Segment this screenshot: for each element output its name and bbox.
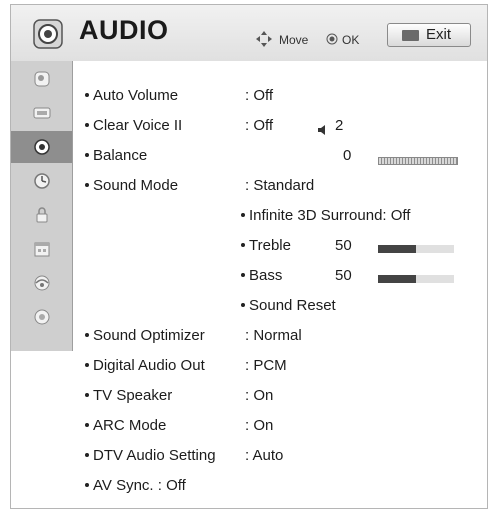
bullet <box>85 123 89 128</box>
lock-icon <box>36 207 47 223</box>
setting-sound-reset[interactable]: Sound Reset <box>241 295 336 317</box>
setting-label: Treble <box>249 237 291 254</box>
bullet <box>85 483 89 488</box>
bullet <box>85 93 89 98</box>
bullet <box>85 333 89 338</box>
hint-move: Move <box>279 33 309 47</box>
clear-voice-level: 2 <box>335 117 344 134</box>
setting-label: DTV Audio Setting <box>93 447 216 464</box>
balance-slider[interactable] <box>378 157 458 165</box>
bullet <box>241 243 245 248</box>
settings-list: Auto Volume : Off Clear Voice II : Off 2… <box>73 61 487 508</box>
bass-slider-fill <box>378 275 416 283</box>
bullet <box>85 183 89 188</box>
setting-balance[interactable]: Balance <box>85 145 147 167</box>
setting-sound-mode[interactable]: Sound Mode <box>85 175 178 197</box>
setting-label: Sound Optimizer <box>93 327 205 344</box>
sidebar-item-network[interactable] <box>11 267 72 299</box>
audio-menu-window: AUDIO Move OK Exit Auto Volume: Off Cle… <box>10 4 488 509</box>
setting-treble[interactable]: Treble <box>241 235 291 257</box>
page-title: AUDIO <box>79 15 169 45</box>
audio-icon <box>33 139 50 155</box>
sidebar-item-picture[interactable] <box>11 63 72 95</box>
move-arrows-icon <box>256 31 272 47</box>
exit-key-icon <box>402 30 419 41</box>
treble-slider-fill <box>378 245 416 253</box>
setting-value: : Off <box>245 117 274 134</box>
setting-sound-optimizer[interactable]: Sound Optimizer <box>85 325 205 347</box>
bullet <box>85 423 89 428</box>
clock-icon <box>33 173 50 189</box>
bass-value: 50 <box>335 267 352 284</box>
category-sidebar <box>11 61 73 351</box>
hint-ok: OK <box>342 33 360 47</box>
setting-arc-mode[interactable]: ARC Mode <box>85 415 166 437</box>
setting-label: Bass <box>249 267 283 284</box>
exit-button[interactable]: Exit <box>387 23 471 47</box>
sidebar-item-support[interactable] <box>11 301 72 333</box>
sidebar-item-lock[interactable] <box>11 199 72 231</box>
setting-value: : Standard <box>245 177 315 194</box>
setting-label: ARC Mode <box>93 417 167 434</box>
bass-slider[interactable] <box>378 275 454 283</box>
setting-label: TV Speaker <box>93 387 173 404</box>
setting-label: Auto Volume <box>93 87 179 104</box>
setting-label: Sound Mode <box>93 177 179 194</box>
balance-value: 0 <box>343 147 352 164</box>
setting-digital-audio-out[interactable]: Digital Audio Out <box>85 355 205 377</box>
setting-dtv-audio[interactable]: DTV Audio Setting <box>85 445 216 467</box>
bullet <box>241 303 245 308</box>
setting-label: Clear Voice II <box>93 117 183 134</box>
setting-infinite-surround[interactable]: Infinite 3D Surround: Off <box>241 205 410 227</box>
setting-value: : On <box>245 387 274 404</box>
sidebar-item-audio[interactable] <box>11 131 72 163</box>
sidebar-item-option[interactable] <box>11 233 72 265</box>
bullet <box>85 363 89 368</box>
treble-value: 50 <box>335 237 352 254</box>
bullet <box>85 153 89 158</box>
menu-header: AUDIO Move OK Exit <box>11 5 487 62</box>
setting-clear-voice[interactable]: Clear Voice II <box>85 115 182 137</box>
sidebar-item-screen[interactable] <box>11 97 72 129</box>
calendar-icon <box>34 242 49 257</box>
treble-slider[interactable] <box>378 245 454 253</box>
setting-value: : Auto <box>245 447 284 464</box>
setting-auto-volume[interactable]: Auto Volume <box>85 85 178 107</box>
setting-label: Balance <box>93 147 148 164</box>
setting-av-sync[interactable]: AV Sync. : Off <box>85 475 186 497</box>
setting-label: Infinite 3D Surround: Off <box>249 207 411 224</box>
setting-value: : Off <box>245 87 274 104</box>
speaker-level-icon <box>318 125 325 135</box>
ok-button-icon <box>326 33 338 45</box>
bullet <box>241 213 245 218</box>
bullet <box>85 453 89 458</box>
setting-value: : On <box>245 417 274 434</box>
bullet <box>241 273 245 278</box>
picture-icon <box>34 71 49 87</box>
setting-tv-speaker[interactable]: TV Speaker <box>85 385 172 407</box>
setting-label: AV Sync. : Off <box>93 477 186 494</box>
setting-label: Sound Reset <box>249 297 336 314</box>
exit-label: Exit <box>426 26 452 43</box>
sidebar-item-time[interactable] <box>11 165 72 197</box>
setting-value: : PCM <box>245 357 287 374</box>
speaker-cone-icon <box>33 19 63 49</box>
bullet <box>85 393 89 398</box>
setting-label: Digital Audio Out <box>93 357 205 374</box>
screen-icon <box>33 107 50 119</box>
network-icon <box>34 275 49 291</box>
setting-value: : Normal <box>245 327 302 344</box>
support-icon <box>34 309 49 325</box>
setting-bass[interactable]: Bass <box>241 265 282 287</box>
